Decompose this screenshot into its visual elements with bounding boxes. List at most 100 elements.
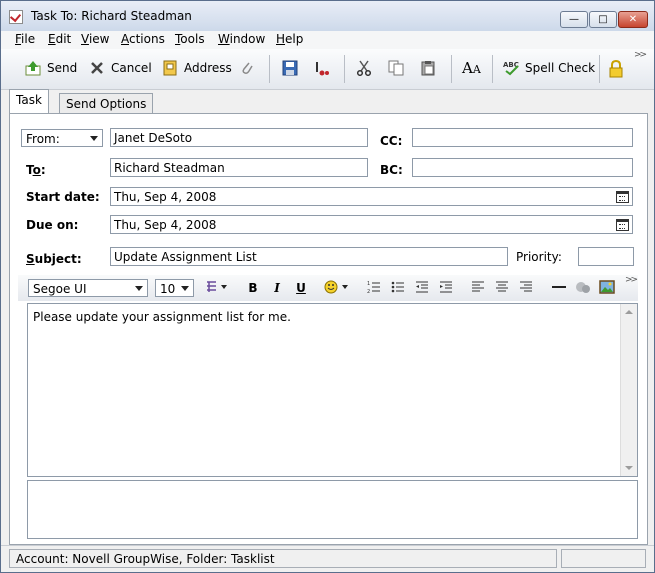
font-size-select[interactable]: 10 bbox=[155, 279, 194, 297]
start-date-field[interactable]: Thu, Sep 4, 2008 bbox=[110, 187, 633, 206]
tracking-icon bbox=[313, 60, 329, 76]
message-text: Please update your assignment list for m… bbox=[33, 310, 291, 324]
paste-button[interactable] bbox=[420, 57, 442, 79]
title-bar: Task To: Richard Steadman — □ ✕ bbox=[1, 1, 654, 31]
lock-icon bbox=[608, 59, 624, 78]
clipboard-icon bbox=[420, 60, 436, 76]
decrease-indent-button[interactable] bbox=[414, 280, 430, 296]
spell-check-button[interactable]: ABC Spell Check bbox=[503, 57, 595, 79]
menu-actions[interactable]: Actions bbox=[121, 32, 165, 46]
underline-button[interactable]: U bbox=[293, 280, 309, 296]
status-bar: Account: Novell GroupWise, Folder: Taskl… bbox=[1, 545, 654, 572]
insert-image-button[interactable] bbox=[598, 280, 616, 296]
horizontal-line-icon bbox=[551, 283, 567, 297]
italic-button[interactable]: I bbox=[269, 280, 285, 296]
spell-check-icon: ABC bbox=[503, 60, 519, 76]
increase-indent-button[interactable] bbox=[438, 280, 454, 296]
subject-field[interactable]: Update Assignment List bbox=[110, 247, 508, 266]
message-body[interactable]: Please update your assignment list for m… bbox=[27, 303, 638, 477]
align-right-button[interactable] bbox=[518, 280, 534, 296]
menu-tools[interactable]: Tools bbox=[175, 32, 205, 46]
task-check-icon bbox=[9, 10, 23, 24]
bc-field[interactable] bbox=[412, 158, 633, 177]
align-right-icon bbox=[519, 281, 533, 297]
scissors-icon bbox=[356, 60, 372, 77]
font-aa-icon: AA bbox=[462, 59, 481, 77]
chevron-down-icon bbox=[181, 286, 189, 291]
toolbar-separator bbox=[451, 55, 452, 83]
menu-bar: File Edit View Actions Tools Window Help bbox=[1, 31, 654, 49]
tab-strip: Task Send Options bbox=[1, 89, 654, 114]
menu-view[interactable]: View bbox=[81, 32, 109, 46]
paperclip-icon bbox=[239, 60, 255, 76]
status-tracking-button[interactable] bbox=[313, 57, 335, 79]
from-select[interactable]: From: bbox=[21, 129, 103, 147]
minimize-icon: — bbox=[569, 14, 579, 25]
insert-link-button[interactable] bbox=[574, 280, 592, 296]
align-left-button[interactable] bbox=[470, 280, 486, 296]
calendar-icon[interactable] bbox=[616, 191, 629, 203]
to-field[interactable]: Richard Steadman bbox=[110, 158, 368, 177]
menu-help[interactable]: Help bbox=[276, 32, 303, 46]
from-field[interactable]: Janet DeSoto bbox=[110, 128, 368, 147]
floppy-disk-icon bbox=[282, 60, 298, 76]
menu-file[interactable]: File bbox=[15, 32, 35, 46]
cancel-x-icon bbox=[89, 60, 105, 76]
horizontal-line-button[interactable] bbox=[550, 280, 568, 296]
outdent-icon bbox=[415, 281, 429, 297]
status-text: Account: Novell GroupWise, Folder: Taskl… bbox=[9, 549, 557, 568]
vertical-scrollbar[interactable] bbox=[620, 304, 637, 476]
toolbar-separator bbox=[492, 55, 493, 83]
text-style-button[interactable] bbox=[205, 280, 231, 296]
close-button[interactable]: ✕ bbox=[618, 11, 648, 28]
security-button[interactable] bbox=[608, 57, 630, 79]
chevron-down-icon bbox=[90, 136, 98, 141]
align-center-button[interactable] bbox=[494, 280, 510, 296]
due-on-label: Due on: bbox=[26, 218, 79, 232]
due-on-field[interactable]: Thu, Sep 4, 2008 bbox=[110, 215, 633, 234]
address-button[interactable]: Address bbox=[162, 57, 232, 79]
main-toolbar: Send Cancel Address AA ABC Spell Check >… bbox=[1, 49, 654, 90]
status-extra-cell bbox=[561, 549, 646, 568]
numbered-list-button[interactable]: 12 bbox=[366, 280, 382, 296]
font-button[interactable]: AA bbox=[462, 57, 481, 79]
smiley-icon bbox=[324, 280, 352, 297]
emoticon-button[interactable] bbox=[323, 280, 353, 296]
bold-button[interactable]: B bbox=[245, 280, 261, 296]
bullet-list-icon bbox=[391, 281, 405, 297]
maximize-button[interactable]: □ bbox=[589, 11, 617, 28]
priority-label: Priority: bbox=[516, 250, 562, 264]
format-toolbar: Segoe UI 10 B I U 12 >> bbox=[18, 275, 638, 301]
indent-icon bbox=[439, 281, 453, 297]
scroll-down-icon[interactable] bbox=[625, 466, 633, 470]
attachment-area[interactable] bbox=[27, 480, 638, 539]
format-overflow-icon[interactable]: >> bbox=[625, 275, 638, 285]
cut-button[interactable] bbox=[356, 57, 378, 79]
toolbar-separator bbox=[344, 55, 345, 83]
toolbar-overflow-icon[interactable]: >> bbox=[634, 50, 647, 60]
menu-window[interactable]: Window bbox=[218, 32, 265, 46]
send-button[interactable]: Send bbox=[25, 57, 77, 79]
cancel-button[interactable]: Cancel bbox=[89, 57, 152, 79]
start-date-label: Start date: bbox=[26, 190, 100, 204]
minimize-button[interactable]: — bbox=[560, 11, 588, 28]
menu-edit[interactable]: Edit bbox=[48, 32, 71, 46]
task-window: Task To: Richard Steadman — □ ✕ File Edi… bbox=[0, 0, 655, 573]
svg-text:2: 2 bbox=[367, 289, 370, 294]
address-book-icon bbox=[162, 60, 178, 76]
tab-task[interactable]: Task bbox=[9, 89, 49, 114]
calendar-icon[interactable] bbox=[616, 219, 629, 231]
tab-send-options[interactable]: Send Options bbox=[59, 93, 154, 114]
save-draft-button[interactable] bbox=[282, 57, 304, 79]
font-select[interactable]: Segoe UI bbox=[28, 279, 148, 297]
to-label: To: bbox=[26, 163, 46, 177]
cc-field[interactable] bbox=[412, 128, 633, 147]
subject-label: Subject: bbox=[26, 252, 82, 266]
bullet-list-button[interactable] bbox=[390, 280, 406, 296]
send-icon bbox=[25, 60, 41, 76]
attach-button[interactable] bbox=[239, 57, 261, 79]
close-icon: ✕ bbox=[628, 14, 638, 25]
priority-field[interactable] bbox=[578, 247, 634, 266]
scroll-up-icon[interactable] bbox=[625, 310, 633, 314]
copy-button[interactable] bbox=[388, 57, 410, 79]
